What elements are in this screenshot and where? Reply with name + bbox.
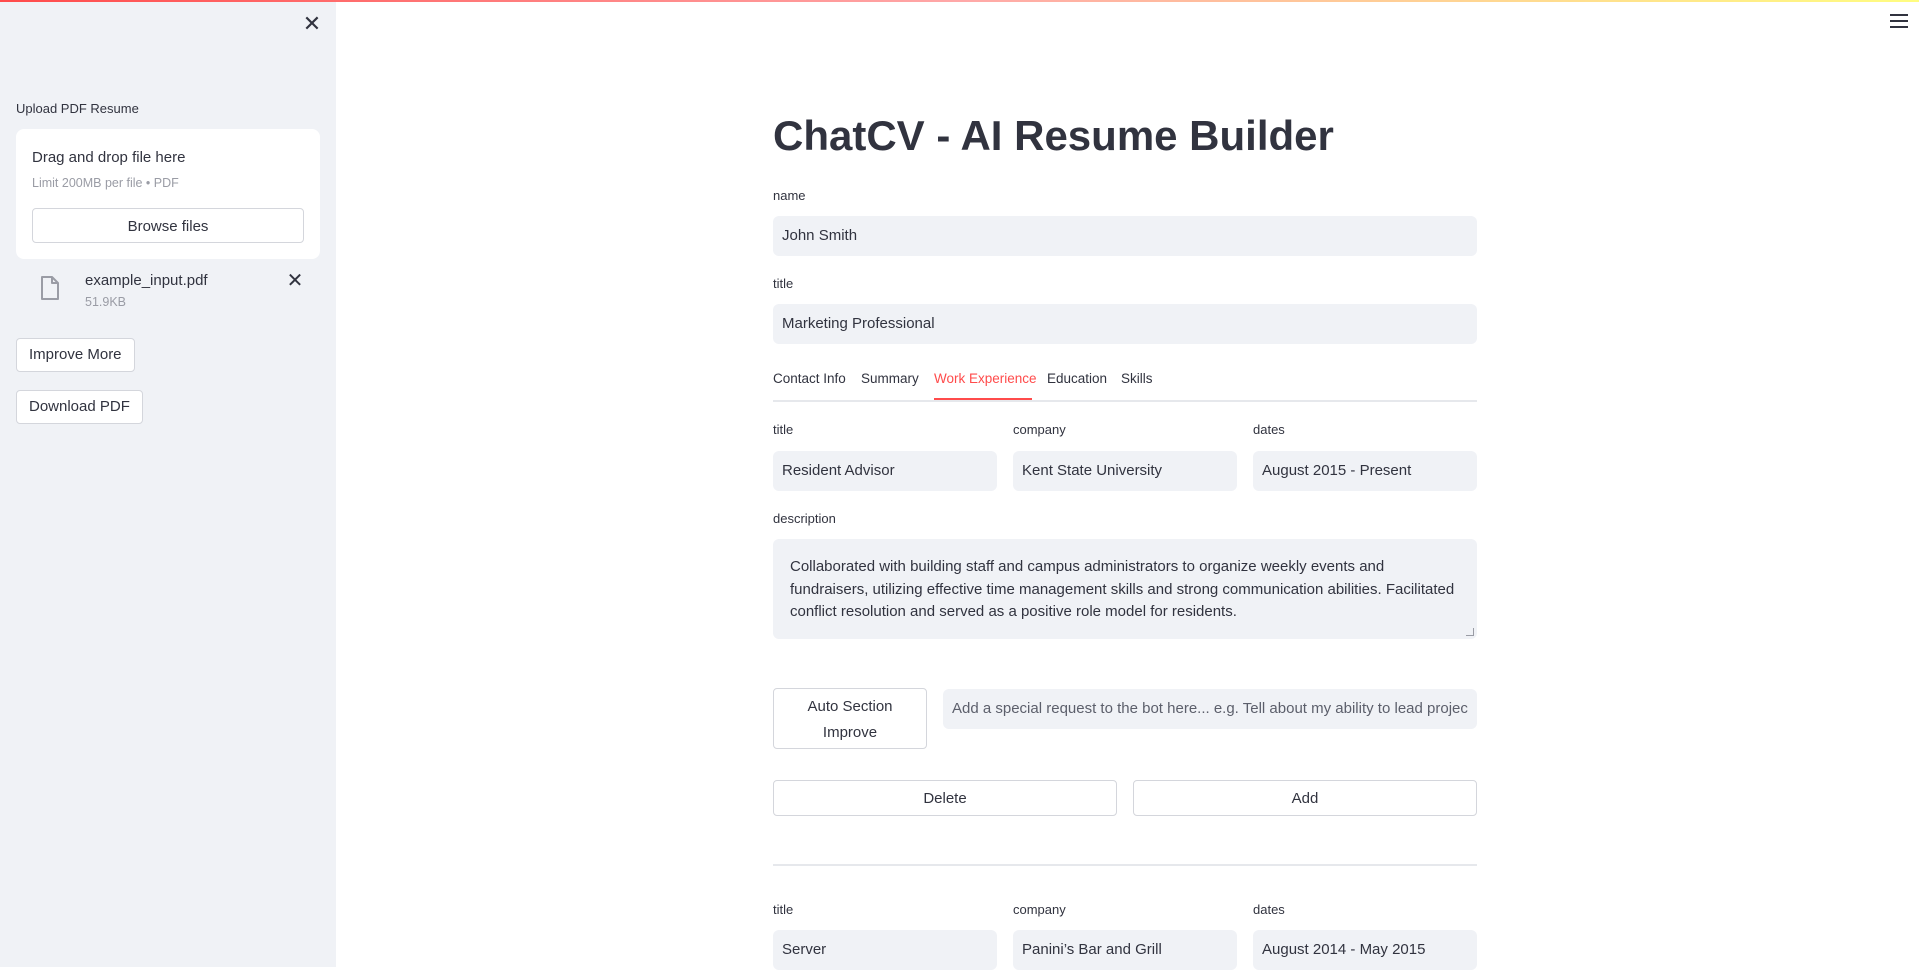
description-label: description <box>773 511 836 526</box>
company-label: company <box>1013 902 1066 917</box>
name-label: name <box>773 188 806 203</box>
top-decoration-bar <box>0 0 1919 2</box>
tab-education[interactable]: Education <box>1047 371 1107 386</box>
company-input[interactable]: Panini’s Bar and Grill <box>1013 930 1237 970</box>
tab-work-experience[interactable]: Work Experience <box>934 371 1037 386</box>
special-request-input[interactable]: Add a special request to the bot here...… <box>943 689 1477 729</box>
file-name: example_input.pdf <box>85 272 208 289</box>
title-input[interactable]: Marketing Professional <box>773 304 1477 344</box>
dates-label: dates <box>1253 902 1285 917</box>
uploaded-file: example_input.pdf 51.9KB ✕ <box>16 268 320 316</box>
auto-section-improve-button[interactable]: Auto Section Improve <box>773 688 927 749</box>
section-tabs: Contact Info Summary Work Experience Edu… <box>773 365 1477 402</box>
upload-label: Upload PDF Resume <box>16 101 139 116</box>
tab-skills[interactable]: Skills <box>1121 371 1153 386</box>
company-input[interactable]: Kent State University <box>1013 451 1237 491</box>
title-label: title <box>773 276 794 291</box>
section-divider <box>773 864 1477 866</box>
active-tab-indicator <box>934 398 1032 400</box>
description-textarea[interactable]: Collaborated with building staff and cam… <box>773 539 1477 639</box>
company-label: company <box>1013 422 1066 437</box>
file-dropzone[interactable]: Drag and drop file here Limit 200MB per … <box>16 129 320 259</box>
file-size: 51.9KB <box>85 295 127 309</box>
description-text: Collaborated with building staff and cam… <box>790 558 1455 620</box>
dates-input[interactable]: August 2015 - Present <box>1253 451 1477 491</box>
file-icon <box>41 276 59 300</box>
tab-contact-info[interactable]: Contact Info <box>773 371 846 386</box>
hamburger-menu-icon[interactable] <box>1890 14 1908 28</box>
resize-handle-icon[interactable] <box>1466 628 1474 636</box>
page-title: ChatCV - AI Resume Builder <box>773 112 1334 159</box>
dropzone-title: Drag and drop file here <box>32 149 186 166</box>
download-pdf-button[interactable]: Download PDF <box>16 390 143 424</box>
job-title-input[interactable]: Server <box>773 930 997 970</box>
close-icon[interactable]: ✕ <box>300 12 324 36</box>
add-button[interactable]: Add <box>1133 780 1477 816</box>
sidebar: ✕ Upload PDF Resume Drag and drop file h… <box>0 0 336 967</box>
tab-summary[interactable]: Summary <box>861 371 919 386</box>
dropzone-limit: Limit 200MB per file • PDF <box>32 176 179 190</box>
delete-button[interactable]: Delete <box>773 780 1117 816</box>
browse-files-button[interactable]: Browse files <box>32 208 304 243</box>
dates-input[interactable]: August 2014 - May 2015 <box>1253 930 1477 970</box>
auto-improve-line2: Improve <box>822 723 878 741</box>
dates-label: dates <box>1253 422 1285 437</box>
close-icon[interactable]: ✕ <box>284 270 306 292</box>
job-title-label: title <box>773 422 794 437</box>
job-title-input[interactable]: Resident Advisor <box>773 451 997 491</box>
main-content: ChatCV - AI Resume Builder name John Smi… <box>773 0 1477 970</box>
job-title-label: title <box>773 902 794 917</box>
auto-improve-line1: Auto Section <box>807 697 893 715</box>
improve-more-button[interactable]: Improve More <box>16 338 135 372</box>
name-input[interactable]: John Smith <box>773 216 1477 256</box>
